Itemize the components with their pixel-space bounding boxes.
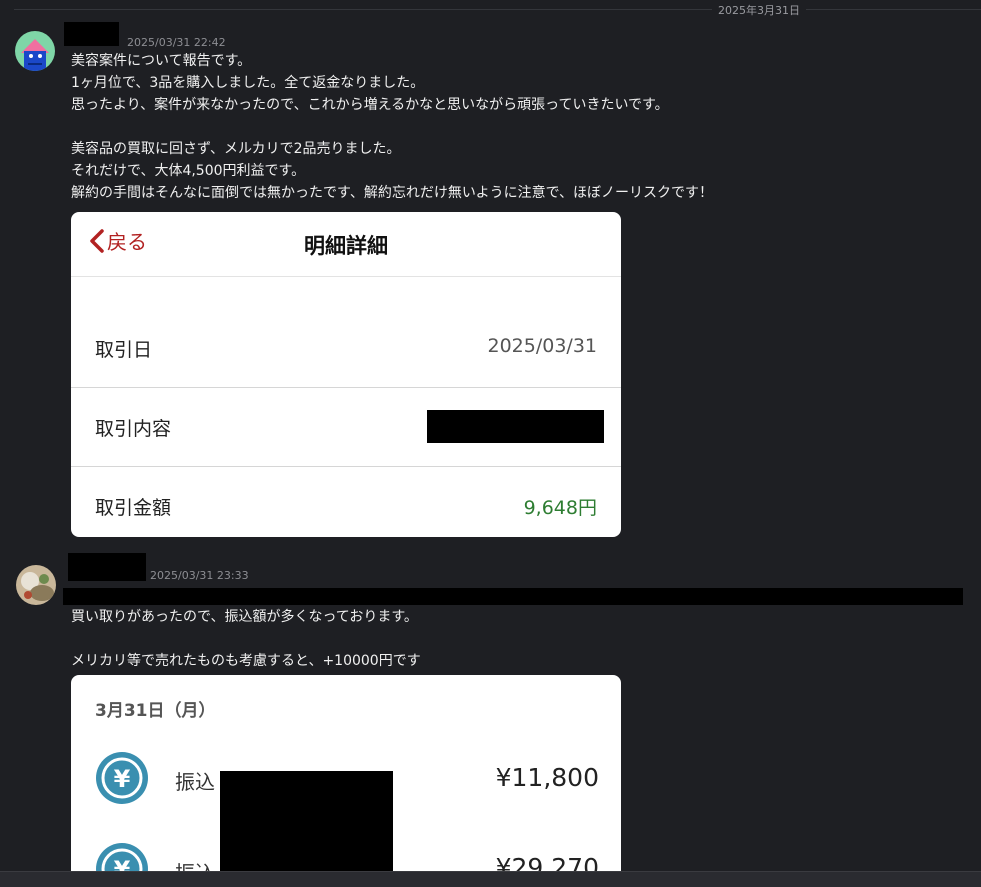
redacted-username: [68, 553, 146, 581]
row-value: 9,648円: [523, 497, 597, 519]
redacted-text-line: [63, 588, 963, 605]
transaction-label: 振込: [175, 770, 215, 794]
message-timestamp: 2025/03/31 23:33: [150, 569, 249, 582]
page-title: 明細詳細: [304, 234, 388, 258]
avatar[interactable]: [15, 31, 55, 71]
row-label: 取引内容: [95, 418, 172, 440]
message-timestamp: 2025/03/31 22:42: [127, 36, 226, 49]
date-divider-label: 2025年3月31日: [712, 2, 806, 18]
row-label: 取引金額: [95, 497, 172, 519]
transaction-amount: ¥11,800: [495, 763, 599, 792]
detail-row-amount: 取引金額 9,648円: [71, 467, 621, 537]
bank-transfer-screenshot: 3月31日（月） ¥ 振込 ¥11,800 ¥ 振込 ¥29,270: [71, 675, 621, 887]
message-input-bar[interactable]: [0, 871, 981, 887]
statement-detail-screenshot: 戻る 明細詳細 取引日 2025/03/31 取引内容 取引金額 9,648円: [71, 212, 621, 537]
message-text: 美容案件について報告です。 1ヶ月位で、3品を購入しました。全て返金なりました。…: [71, 53, 714, 201]
date-divider: [14, 9, 981, 10]
redacted-content: [427, 410, 604, 443]
detail-row-date: 取引日 2025/03/31: [71, 309, 621, 388]
message-text: 買い取りがあったので、振込額が多くなっております。 メリカリ等で売れたものも考慮…: [71, 609, 421, 669]
nav-bar: 戻る 明細詳細: [71, 212, 621, 277]
yen-circle-icon: ¥: [96, 752, 148, 804]
avatar[interactable]: [16, 565, 56, 605]
redacted-transaction-info: [220, 771, 393, 878]
redacted-username: [64, 22, 119, 46]
row-value: 2025/03/31: [487, 335, 597, 357]
row-label: 取引日: [95, 339, 153, 361]
svg-text:¥: ¥: [114, 765, 131, 793]
avatar-image: [15, 31, 55, 71]
avatar-image: [16, 565, 56, 605]
date-heading: 3月31日（月）: [95, 701, 216, 721]
detail-row-content: 取引内容: [71, 388, 621, 467]
